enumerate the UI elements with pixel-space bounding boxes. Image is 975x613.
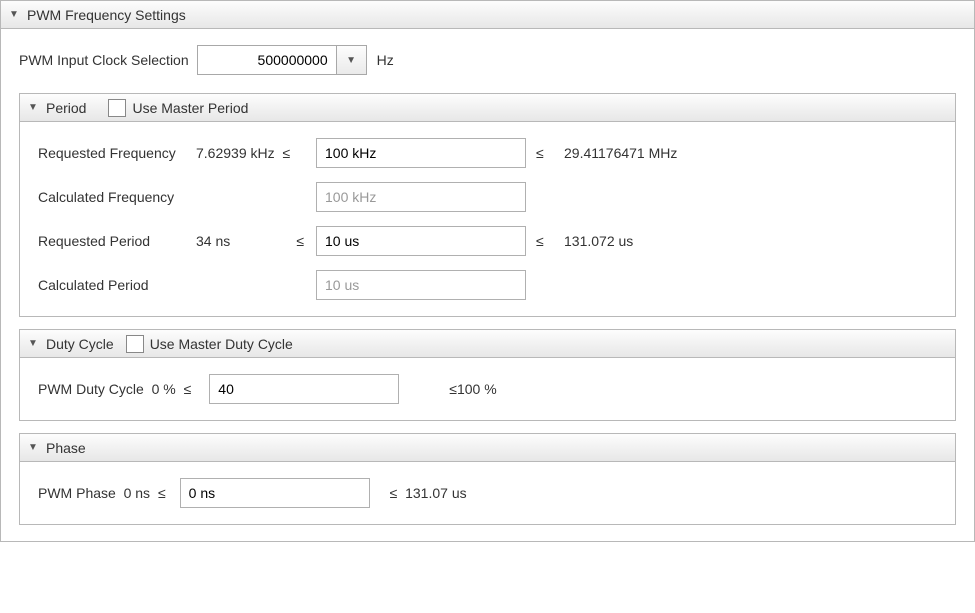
- phase-header[interactable]: ▼ Phase: [20, 434, 955, 462]
- duty-cycle-panel: ▼ Duty Cycle Use Master Duty Cycle PWM D…: [19, 329, 956, 421]
- phase-label: PWM Phase 0 ns ≤: [38, 485, 166, 501]
- calculated-period-row: Calculated Period: [38, 270, 937, 300]
- panel-title: PWM Frequency Settings: [27, 7, 186, 23]
- calculated-frequency-row: Calculated Frequency: [38, 182, 937, 212]
- requested-period-min: 34 ns ≤: [196, 233, 306, 249]
- pwm-frequency-settings-header[interactable]: ▼ PWM Frequency Settings: [1, 1, 974, 29]
- duty-cycle-max: ≤100 %: [449, 381, 496, 397]
- period-header[interactable]: ▼ Period Use Master Period: [20, 94, 955, 122]
- requested-period-row: Requested Period 34 ns ≤ ≤ 131.072 us: [38, 226, 937, 256]
- duty-cycle-body: PWM Duty Cycle 0 % ≤ ≤100 %: [20, 358, 955, 420]
- phase-title: Phase: [46, 440, 86, 456]
- phase-panel: ▼ Phase PWM Phase 0 ns ≤ ≤ 131.07 us: [19, 433, 956, 525]
- use-master-duty-label: Use Master Duty Cycle: [150, 336, 293, 352]
- phase-row: PWM Phase 0 ns ≤ ≤ 131.07 us: [38, 478, 937, 508]
- requested-period-max: 131.072 us: [558, 233, 633, 249]
- collapse-icon: ▼: [28, 102, 38, 113]
- requested-frequency-max: 29.41176471 MHz: [558, 145, 677, 161]
- clock-input[interactable]: [197, 45, 337, 75]
- clock-dropdown-button[interactable]: ▼: [337, 45, 367, 75]
- requested-period-label: Requested Period: [38, 233, 186, 249]
- calculated-period-output: [316, 270, 526, 300]
- use-master-duty-wrap: Use Master Duty Cycle: [126, 335, 293, 353]
- use-master-period-label: Use Master Period: [132, 100, 248, 116]
- clock-label: PWM Input Clock Selection: [19, 52, 189, 68]
- calculated-frequency-label: Calculated Frequency: [38, 189, 186, 205]
- chevron-down-icon: ▼: [346, 55, 356, 66]
- requested-frequency-label: Requested Frequency: [38, 145, 186, 161]
- requested-frequency-input[interactable]: [316, 138, 526, 168]
- duty-cycle-input[interactable]: [209, 374, 399, 404]
- phase-body: PWM Phase 0 ns ≤ ≤ 131.07 us: [20, 462, 955, 524]
- period-body: Requested Frequency 7.62939 kHz ≤ ≤ 29.4…: [20, 122, 955, 316]
- collapse-icon: ▼: [9, 9, 19, 20]
- pwm-frequency-settings-panel: ▼ PWM Frequency Settings PWM Input Clock…: [0, 0, 975, 542]
- duty-cycle-title: Duty Cycle: [46, 336, 114, 352]
- calculated-frequency-output: [316, 182, 526, 212]
- period-panel: ▼ Period Use Master Period Requested Fre…: [19, 93, 956, 317]
- requested-frequency-min: 7.62939 kHz ≤: [196, 145, 306, 161]
- use-master-period-checkbox[interactable]: [108, 99, 126, 117]
- clock-row: PWM Input Clock Selection ▼ Hz: [19, 45, 956, 75]
- duty-cycle-label: PWM Duty Cycle 0 % ≤: [38, 381, 191, 397]
- phase-max: ≤ 131.07 us: [390, 485, 467, 501]
- duty-cycle-header[interactable]: ▼ Duty Cycle Use Master Duty Cycle: [20, 330, 955, 358]
- requested-period-input[interactable]: [316, 226, 526, 256]
- use-master-period-wrap: Use Master Period: [108, 99, 248, 117]
- collapse-icon: ▼: [28, 338, 38, 349]
- panel-body: PWM Input Clock Selection ▼ Hz ▼ Period …: [1, 29, 974, 541]
- le-symbol: ≤: [536, 233, 548, 249]
- duty-cycle-row: PWM Duty Cycle 0 % ≤ ≤100 %: [38, 374, 937, 404]
- clock-unit: Hz: [377, 52, 394, 68]
- requested-frequency-row: Requested Frequency 7.62939 kHz ≤ ≤ 29.4…: [38, 138, 937, 168]
- period-title: Period: [46, 100, 86, 116]
- calculated-period-label: Calculated Period: [38, 277, 186, 293]
- use-master-duty-checkbox[interactable]: [126, 335, 144, 353]
- le-symbol: ≤: [536, 145, 548, 161]
- phase-input[interactable]: [180, 478, 370, 508]
- collapse-icon: ▼: [28, 442, 38, 453]
